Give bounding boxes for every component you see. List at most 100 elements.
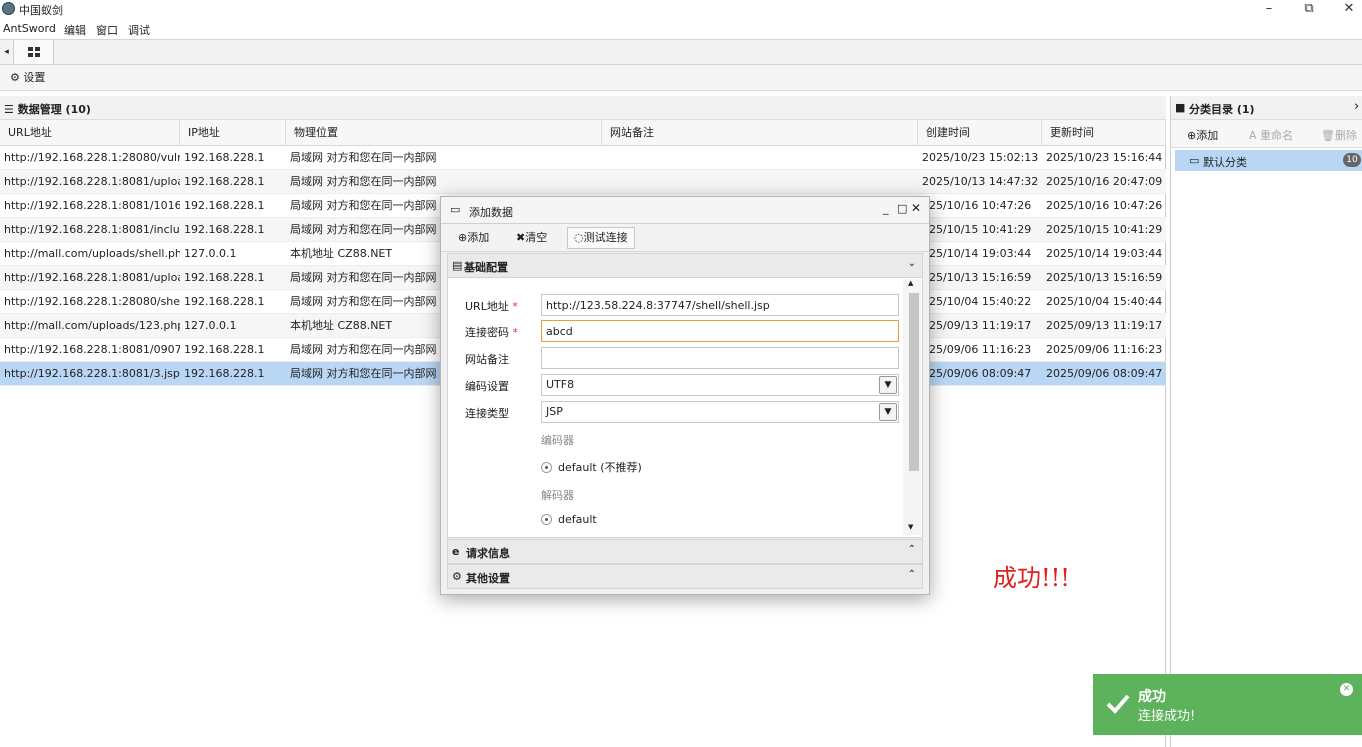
table-cell: 192.168.228.1 xyxy=(184,175,265,188)
note-label: 网站备注 xyxy=(465,353,509,366)
menu-edit[interactable]: 编辑 xyxy=(64,22,86,38)
password-input[interactable] xyxy=(541,320,899,342)
settings-button[interactable]: ⚙ 设置 xyxy=(10,69,45,85)
table-row[interactable]: http://192.168.228.1:28080/vulne 192.168.… xyxy=(0,146,1166,170)
collapse-right-icon[interactable]: › xyxy=(1354,99,1359,114)
add-data-dialog: ▭ 添加数据 _ □ ✕ ⊕添加 ✖清空 ◌测试连接 ▤ 基础配置 ⌄ URL地… xyxy=(440,196,930,595)
toast-close-icon[interactable]: ✕ xyxy=(1340,683,1353,696)
table-cell: 2025/10/23 15:16:44 xyxy=(1046,151,1163,164)
tab-home[interactable] xyxy=(14,40,54,64)
table-row[interactable]: http://192.168.228.1:8081/uploac 192.168.… xyxy=(0,170,1166,194)
basic-config-header[interactable]: ▤ 基础配置 ⌄ xyxy=(447,253,923,278)
category-header: ■ 分类目录 (1) › xyxy=(1171,96,1362,120)
chevron-up-icon: ⌃ xyxy=(907,544,916,555)
dialog-minimize-icon[interactable]: _ xyxy=(883,202,889,215)
table-cell: http://192.168.228.1:8081/include xyxy=(4,223,180,236)
trash-icon: 🗑 xyxy=(1321,129,1335,142)
table-cell: 局域网 对方和您在同一内部网 xyxy=(290,175,437,188)
table-cell: 025/10/16 10:47:26 xyxy=(922,199,1032,212)
encoding-select[interactable]: UTF8 ▼ xyxy=(541,374,899,396)
type-label: 连接类型 xyxy=(465,407,509,420)
other-settings-header[interactable]: ⚙ 其他设置 ⌃ xyxy=(447,564,923,589)
dialog-title-bar[interactable]: ▭ 添加数据 _ □ ✕ xyxy=(441,197,929,224)
url-input[interactable] xyxy=(541,294,899,316)
table-cell: http://mall.com/uploads/shell.php xyxy=(4,247,180,260)
encoder-option-label: default (不推荐) xyxy=(558,461,642,474)
table-cell: 025/09/06 11:16:23 xyxy=(922,343,1032,356)
decoder-default-radio[interactable]: default xyxy=(541,513,597,526)
scroll-down-icon[interactable]: ▼ xyxy=(908,523,913,531)
table-cell: 025/09/13 11:19:17 xyxy=(922,319,1032,332)
note-input[interactable] xyxy=(541,347,899,369)
count-badge: 10 xyxy=(1343,153,1361,167)
close-button[interactable]: ✕ xyxy=(1336,1,1362,17)
scroll-up-icon[interactable]: ▲ xyxy=(908,279,913,287)
category-rename-button[interactable]: A 重命名 xyxy=(1249,127,1293,143)
encoder-default-radio[interactable]: default (不推荐) xyxy=(541,459,642,475)
table-cell: 2025/10/16 20:47:09 xyxy=(1046,175,1163,188)
password-label-text: 连接密码 xyxy=(465,326,509,339)
col-location[interactable]: 物理位置 xyxy=(286,120,602,146)
table-cell: 192.168.228.1 xyxy=(184,343,265,356)
col-ip[interactable]: IP地址 xyxy=(180,120,286,146)
scroll-thumb[interactable] xyxy=(909,293,919,471)
dialog-clear-button[interactable]: ✖清空 xyxy=(509,227,554,249)
folder-outline-icon: ▭ xyxy=(1189,154,1200,167)
radio-icon xyxy=(541,462,552,473)
table-cell xyxy=(602,170,918,194)
col-updated[interactable]: 更新时间 xyxy=(1042,120,1166,146)
type-select[interactable]: JSP ▼ xyxy=(541,401,899,423)
table-cell: 192.168.228.1 xyxy=(184,199,265,212)
tab-scroll-left-icon[interactable]: ◂ xyxy=(0,40,14,64)
dialog-maximize-icon[interactable]: □ xyxy=(897,202,907,215)
dialog-close-icon[interactable]: ✕ xyxy=(911,201,921,215)
gear-icon: ⚙ xyxy=(10,71,20,84)
dialog-add-label: 添加 xyxy=(467,231,490,244)
panel-title-wrap: ☰ 数据管理 (10) xyxy=(4,101,91,117)
grid-icon xyxy=(28,47,40,57)
table-cell: 127.0.0.1 xyxy=(184,247,237,260)
encoding-value: UTF8 xyxy=(546,378,575,391)
table-cell: 2025/09/06 08:09:47 xyxy=(1046,367,1163,380)
basic-config-form: URL地址 * 连接密码 * 网站备注 编码设置 UTF8 ▼ 连接类型 JSP… xyxy=(447,278,923,538)
category-add-button[interactable]: ⊕添加 xyxy=(1187,127,1218,143)
test-connection-button[interactable]: ◌测试连接 xyxy=(567,227,635,249)
table-cell: http://192.168.228.1:28080/vulne xyxy=(4,151,180,164)
category-toolbar: ⊕添加 A 重命名 🗑删除 xyxy=(1171,120,1362,148)
menu-antsword[interactable]: AntSword xyxy=(3,22,56,35)
col-created[interactable]: 创建时间 xyxy=(918,120,1042,146)
table-cell: 2025/10/23 15:02:13 xyxy=(922,151,1039,164)
menu-debug[interactable]: 调试 xyxy=(128,22,150,38)
file-icon: ▤ xyxy=(452,259,463,272)
panel-header: ☰ 数据管理 (10) xyxy=(0,96,1166,120)
form-scrollbar[interactable]: ▲ ▼ xyxy=(903,279,921,535)
category-panel: ■ 分类目录 (1) › ⊕添加 A 重命名 🗑删除 ▭ 默认分类 10 xyxy=(1170,96,1362,747)
dialog-add-button[interactable]: ⊕添加 xyxy=(451,227,496,249)
table-cell: 025/10/13 15:16:59 xyxy=(922,271,1032,284)
table-cell: http://192.168.228.1:8081/0907.j xyxy=(4,343,180,356)
toast-message: 连接成功! xyxy=(1138,709,1196,724)
table-cell: 025/10/15 10:41:29 xyxy=(922,223,1032,236)
table-cell: 2025/10/16 10:47:26 xyxy=(1046,199,1163,212)
category-delete-button[interactable]: 🗑删除 xyxy=(1321,127,1357,143)
settings-label: 设置 xyxy=(23,71,46,84)
chevron-down-icon: ▼ xyxy=(879,376,897,394)
table-cell: http://192.168.228.1:8081/1016.j xyxy=(4,199,180,212)
col-note[interactable]: 网站备注 xyxy=(602,120,918,146)
table-cell: 192.168.228.1 xyxy=(184,367,265,380)
request-info-header[interactable]: e 请求信息 ⌃ xyxy=(447,539,923,564)
panel-title: 数据管理 (10) xyxy=(17,103,91,116)
window-icon: ▭ xyxy=(450,203,461,216)
table-cell: 2025/10/13 14:47:32 xyxy=(922,175,1039,188)
maximize-button[interactable]: ⧉ xyxy=(1296,1,1322,17)
grid-header: URL地址 IP地址 物理位置 网站备注 创建时间 更新时间 xyxy=(0,120,1166,146)
request-info-label: 请求信息 xyxy=(466,547,510,560)
window-title: 中国蚁剑 xyxy=(19,4,63,17)
category-item-default[interactable]: ▭ 默认分类 10 xyxy=(1175,150,1362,171)
table-cell: http://192.168.228.1:28080/shell xyxy=(4,295,180,308)
minimize-button[interactable]: – xyxy=(1256,1,1282,17)
decoder-option-label: default xyxy=(558,513,597,526)
menu-window[interactable]: 窗口 xyxy=(96,22,118,38)
col-url[interactable]: URL地址 xyxy=(0,120,180,146)
cogs-icon: ⚙ xyxy=(452,570,462,583)
